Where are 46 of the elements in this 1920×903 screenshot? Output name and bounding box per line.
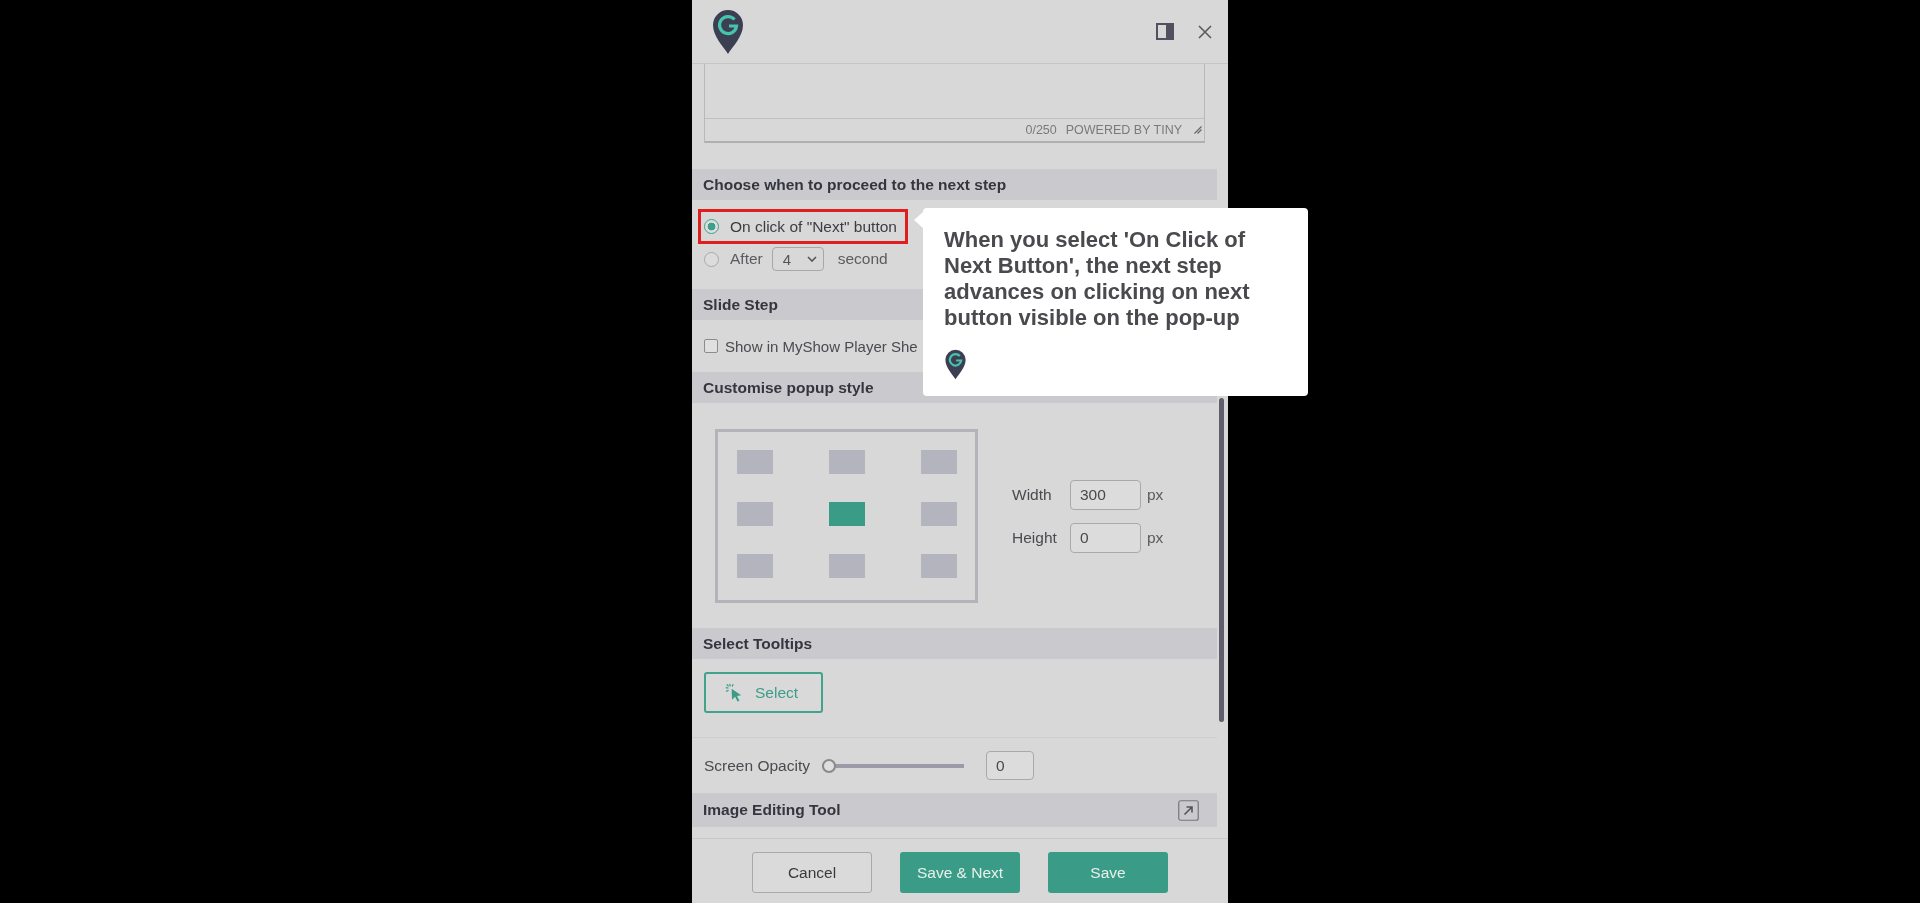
unit-label: px bbox=[1147, 485, 1164, 504]
radio-button[interactable] bbox=[704, 251, 719, 267]
position-tile[interactable] bbox=[829, 502, 865, 526]
chevron-down-icon bbox=[806, 256, 817, 262]
option-label: On click of "Next" button bbox=[730, 217, 897, 236]
pin-logo-icon bbox=[712, 8, 744, 55]
section-title: Choose when to proceed to the next step bbox=[703, 175, 1007, 194]
opacity-label: Screen Opacity bbox=[704, 756, 810, 775]
sidebar-toggle-icon[interactable] bbox=[1156, 23, 1174, 40]
checkbox-label: Show in MyShow Player She bbox=[725, 337, 918, 355]
unit-label: second bbox=[837, 250, 888, 268]
radio-button[interactable] bbox=[704, 219, 719, 234]
number-input[interactable]: 0 bbox=[1070, 522, 1141, 553]
number-input[interactable]: 0 bbox=[985, 751, 1034, 780]
scrollbar-thumb[interactable] bbox=[1219, 398, 1224, 722]
position-tile[interactable] bbox=[737, 502, 773, 526]
position-tile[interactable] bbox=[829, 450, 865, 474]
save-button[interactable]: Save & Next bbox=[900, 852, 1020, 893]
external-link-icon[interactable] bbox=[1178, 799, 1199, 821]
section-title: Slide Step bbox=[703, 295, 778, 314]
position-tile[interactable] bbox=[737, 554, 773, 578]
position-tile[interactable] bbox=[921, 450, 957, 474]
text-editor-field[interactable]: 0/250 POWERED BY TINY bbox=[704, 64, 1205, 143]
field-label: Width bbox=[1012, 485, 1053, 504]
section-title: Select Tooltips bbox=[703, 634, 813, 653]
cancel-button[interactable]: Cancel bbox=[752, 852, 872, 893]
tooltip-text: When you select 'On Click of Next Button', the next step advances on clicking on next button visible on the pop-up bbox=[944, 227, 1251, 331]
select-field[interactable]: 4 bbox=[771, 247, 824, 271]
slider-thumb[interactable] bbox=[821, 758, 836, 773]
unit-label: px bbox=[1147, 528, 1164, 547]
close-icon[interactable] bbox=[1198, 24, 1212, 39]
position-tile[interactable] bbox=[737, 450, 773, 474]
position-tile[interactable] bbox=[921, 502, 957, 526]
save-button[interactable]: Save bbox=[1048, 852, 1168, 893]
section-title: Image Editing Tool bbox=[703, 801, 841, 819]
position-tile[interactable] bbox=[921, 554, 957, 578]
section-title: Customise popup style bbox=[703, 378, 874, 397]
pin-logo-icon bbox=[944, 349, 967, 380]
checkbox[interactable] bbox=[704, 339, 718, 353]
field-label: Height bbox=[1012, 528, 1058, 547]
powered-by-label: POWERED BY TINY bbox=[1065, 123, 1182, 137]
number-input[interactable]: 300 bbox=[1070, 479, 1141, 510]
position-tile[interactable] bbox=[829, 554, 865, 578]
option-label: After bbox=[730, 250, 763, 268]
resize-handle-icon[interactable] bbox=[1194, 126, 1202, 134]
character-count: 0/250 bbox=[1025, 123, 1057, 137]
